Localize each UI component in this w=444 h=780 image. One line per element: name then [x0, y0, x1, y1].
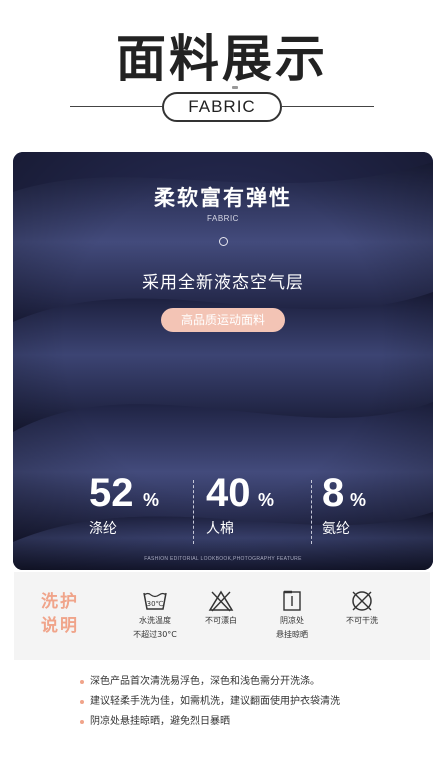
divider-line [70, 106, 162, 107]
air-layer-text: 采用全新液态空气层 [142, 273, 304, 293]
header: 面料展示 FABRIC [0, 0, 444, 150]
care-notes: 深色产品首次清洗易浮色，深色和浅色需分开洗涤。 建议轻柔手洗为佳，如需机洗，建议… [80, 672, 340, 732]
care-label: 水洗温度 [139, 616, 171, 625]
note-item: 深色产品首次清洗易浮色，深色和浅色需分开洗涤。 [80, 672, 340, 692]
stat-value: 52 [89, 471, 134, 515]
bullet-icon [80, 720, 84, 724]
feature-subtitle: FABRIC [207, 214, 239, 223]
care-title: 洗护 说明 [41, 590, 91, 638]
stat-label: 氨纶 [322, 521, 350, 537]
stat-label: 涤纶 [89, 521, 117, 537]
divider-line [282, 106, 374, 107]
fabric-photo-panel: 柔软富有弹性 FABRIC 采用全新液态空气层 高品质运动面料 52 % 涤纶 … [13, 152, 433, 570]
fabric-tag: 高品质运动面料 [161, 308, 285, 332]
note-text: 建议轻柔手洗为佳，如需机洗，建议翻面使用护衣袋清洗 [90, 696, 340, 707]
decorative-dot [232, 86, 238, 89]
note-text: 阴凉处悬挂晾晒，避免烈日暴晒 [90, 716, 230, 727]
shade-dry-icon [283, 590, 301, 611]
care-title-line: 洗护 [41, 592, 79, 612]
page-title: 面料展示 [116, 30, 328, 88]
care-instructions: 洗护 说明 30℃ 水洗温度 不超过30°C 不可漂白 阴凉处 悬挂晾晒 不可干… [14, 572, 430, 660]
care-label: 不可干洗 [346, 616, 378, 625]
no-dry-clean-icon [352, 591, 372, 611]
stat-unit: % [350, 490, 367, 510]
svg-text:30℃: 30℃ [147, 600, 164, 608]
note-text: 深色产品首次清洗易浮色，深色和浅色需分开洗涤。 [90, 676, 320, 687]
care-item-wash: 30℃ 水洗温度 不超过30°C [120, 590, 190, 640]
care-item-no-bleach: 不可漂白 [186, 590, 256, 626]
lookbook-caption: FASHION EDITORIAL LOOKBOOK,PHOTOGRAPHY F… [144, 556, 302, 562]
stat-value: 40 [206, 471, 251, 515]
care-label: 悬挂晾晒 [276, 630, 308, 639]
note-item: 建议轻柔手洗为佳，如需机洗，建议翻面使用护衣袋清洗 [80, 692, 340, 712]
no-bleach-icon [208, 590, 234, 612]
divider-line [193, 480, 194, 544]
care-label: 阴凉处 [280, 616, 304, 625]
fabric-subtitle-pill: FABRIC [162, 92, 282, 122]
care-title-line: 说明 [41, 616, 79, 636]
care-item-no-dry-clean: 不可干洗 [327, 590, 397, 626]
divider-line [311, 480, 312, 544]
note-item: 阴凉处悬挂晾晒，避免烈日暴晒 [80, 712, 340, 732]
bullet-icon [80, 700, 84, 704]
care-item-shade-dry: 阴凉处 悬挂晾晒 [257, 590, 327, 640]
wash-30-icon: 30℃ [143, 592, 167, 610]
care-label: 不超过30°C [133, 630, 177, 639]
stat-unit: % [143, 490, 160, 510]
bullet-icon [80, 680, 84, 684]
stat-value: 8 [322, 471, 345, 515]
care-label: 不可漂白 [205, 616, 237, 625]
ring-icon [219, 237, 228, 246]
stat-label: 人棉 [206, 521, 234, 537]
feature-title: 柔软富有弹性 [154, 186, 292, 210]
stat-unit: % [258, 490, 275, 510]
